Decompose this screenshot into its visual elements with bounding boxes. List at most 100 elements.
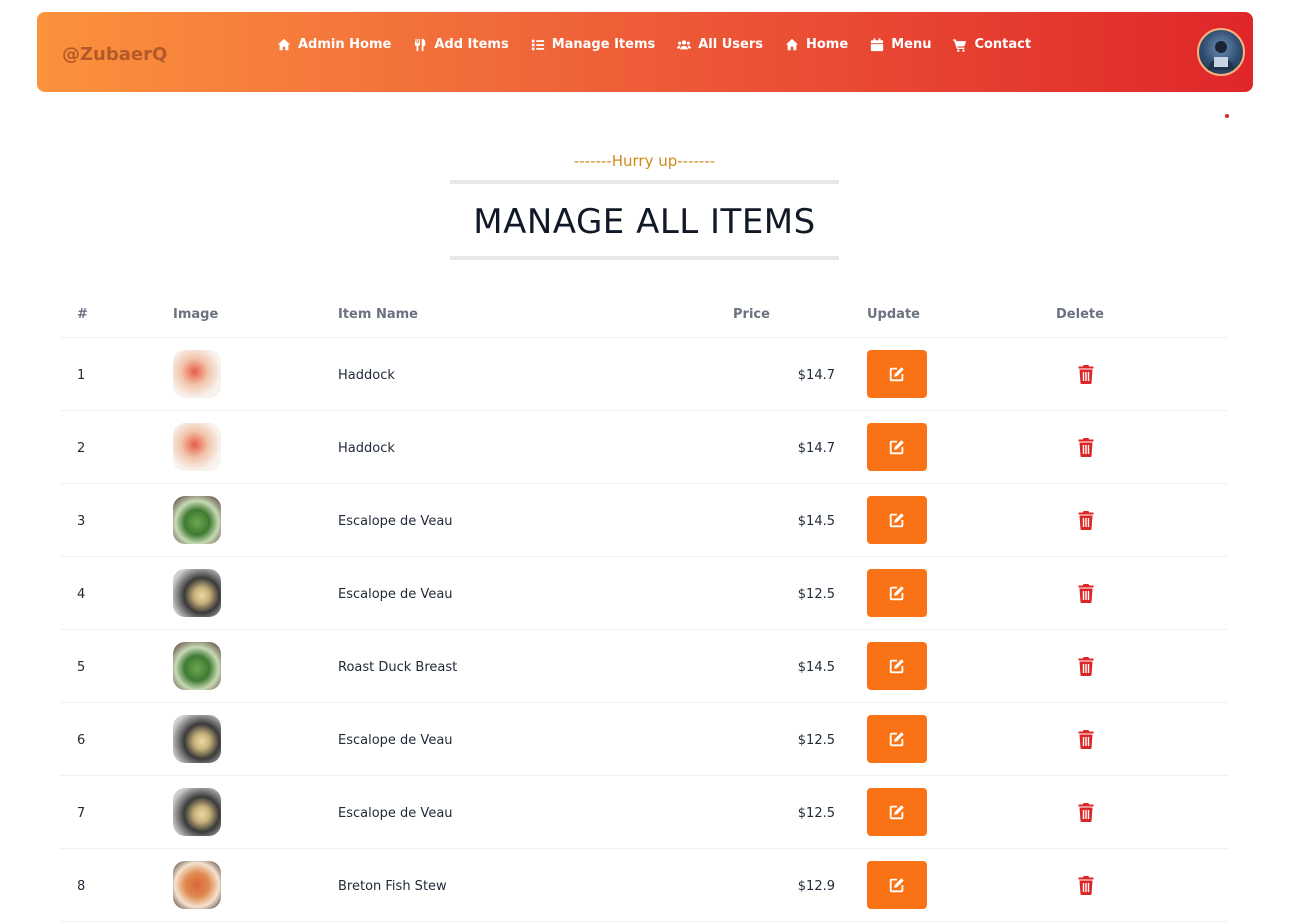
calendar-icon [871, 37, 884, 51]
item-name: Breton Fish Stew [338, 879, 447, 894]
cart-icon [953, 38, 967, 52]
edit-button[interactable] [867, 569, 927, 617]
edit-button[interactable] [867, 350, 927, 398]
nav-item-manage-items[interactable]: Manage Items [531, 37, 656, 52]
item-thumbnail [173, 423, 221, 471]
navbar: @ZubaerQ Admin Home Add Items Manage Ite… [37, 12, 1253, 92]
edit-button[interactable] [867, 423, 927, 471]
delete-button[interactable] [1076, 510, 1096, 530]
header-index: # [77, 307, 88, 322]
item-thumbnail [173, 788, 221, 836]
item-name: Escalope de Veau [338, 806, 453, 821]
nav-item-admin-home[interactable]: Admin Home [277, 37, 391, 52]
row-index: 3 [77, 514, 86, 529]
table-header: # Image Item Name Price Update Delete [60, 295, 1228, 338]
edit-icon [889, 440, 904, 455]
item-thumbnail [173, 861, 221, 909]
edit-icon [889, 513, 904, 528]
header-delete: Delete [1056, 307, 1104, 322]
nav-label: All Users [698, 37, 763, 52]
section-heading-wrapper: MANAGE ALL ITEMS [450, 180, 839, 260]
row-index: 6 [77, 733, 86, 748]
trash-icon [1078, 437, 1094, 457]
nav-label: Menu [891, 37, 932, 52]
row-index: 5 [77, 660, 86, 675]
section-subheading: -------Hurry up------- [573, 152, 716, 170]
user-photo [1208, 41, 1234, 70]
item-price: $14.5 [797, 660, 835, 675]
row-index: 1 [77, 368, 86, 383]
nav-label: Contact [974, 37, 1032, 52]
delete-button[interactable] [1076, 437, 1096, 457]
trash-icon [1078, 802, 1094, 822]
item-price: $12.5 [797, 587, 835, 602]
table-row: 3 Escalope de Veau $14.5 [60, 484, 1228, 557]
table-row: 7 Escalope de Veau $12.5 [60, 776, 1228, 849]
delete-button[interactable] [1076, 656, 1096, 676]
item-name: Escalope de Veau [338, 733, 453, 748]
table-row: 4 Escalope de Veau $12.5 [60, 557, 1228, 630]
table-row: 5 Roast Duck Breast $14.5 [60, 630, 1228, 703]
item-price: $14.5 [797, 514, 835, 529]
delete-button[interactable] [1076, 583, 1096, 603]
table-body: 1 Haddock $14.7 2 Haddock $14.7 3 Escalo… [60, 338, 1228, 922]
row-index: 8 [77, 879, 86, 894]
edit-button[interactable] [867, 788, 927, 836]
table-row: 6 Escalope de Veau $12.5 [60, 703, 1228, 776]
delete-button[interactable] [1076, 729, 1096, 749]
list-icon [531, 39, 544, 50]
home-icon [277, 38, 291, 50]
item-name: Escalope de Veau [338, 587, 453, 602]
nav-menu: Admin Home Add Items Manage Items All Us… [277, 37, 1031, 52]
brand-logo[interactable]: @ZubaerQ [62, 44, 167, 65]
item-thumbnail [173, 350, 221, 398]
row-index: 2 [77, 441, 86, 456]
nav-item-menu[interactable]: Menu [870, 37, 931, 52]
notification-dot [1225, 114, 1229, 118]
nav-label: Manage Items [551, 37, 656, 52]
trash-icon [1078, 510, 1094, 530]
utensils-icon [415, 38, 426, 51]
item-price: $12.9 [797, 879, 835, 894]
edit-icon [889, 659, 904, 674]
item-name: Haddock [338, 441, 395, 456]
edit-icon [889, 805, 904, 820]
trash-icon [1078, 364, 1094, 384]
nav-item-add-items[interactable]: Add Items [413, 37, 509, 52]
table-row: 1 Haddock $14.7 [60, 338, 1228, 411]
edit-button[interactable] [867, 642, 927, 690]
nav-item-all-users[interactable]: All Users [677, 37, 763, 52]
item-price: $12.5 [797, 806, 835, 821]
nav-item-contact[interactable]: Contact [953, 37, 1031, 52]
header-price: Price [733, 307, 770, 322]
item-name: Haddock [338, 368, 395, 383]
item-thumbnail [173, 642, 221, 690]
avatar[interactable] [1197, 28, 1245, 76]
items-table: # Image Item Name Price Update Delete 1 … [60, 295, 1228, 922]
edit-button[interactable] [867, 496, 927, 544]
table-row: 2 Haddock $14.7 [60, 411, 1228, 484]
nav-item-home[interactable]: Home [785, 37, 848, 52]
table-row: 8 Breton Fish Stew $12.9 [60, 849, 1228, 922]
edit-button[interactable] [867, 861, 927, 909]
edit-icon [889, 586, 904, 601]
row-index: 7 [77, 806, 86, 821]
edit-icon [889, 878, 904, 893]
trash-icon [1078, 729, 1094, 749]
nav-label: Add Items [434, 37, 509, 52]
item-price: $14.7 [797, 368, 835, 383]
nav-label: Home [806, 37, 849, 52]
trash-icon [1078, 656, 1094, 676]
delete-button[interactable] [1076, 802, 1096, 822]
item-thumbnail [173, 715, 221, 763]
page-title: MANAGE ALL ITEMS [473, 202, 816, 242]
header-item-name: Item Name [338, 307, 418, 322]
header-image: Image [173, 307, 219, 322]
delete-button[interactable] [1076, 364, 1096, 384]
edit-button[interactable] [867, 715, 927, 763]
delete-button[interactable] [1076, 875, 1096, 895]
item-thumbnail [173, 569, 221, 617]
row-index: 4 [77, 587, 86, 602]
item-name: Escalope de Veau [338, 514, 453, 529]
item-price: $12.5 [797, 733, 835, 748]
